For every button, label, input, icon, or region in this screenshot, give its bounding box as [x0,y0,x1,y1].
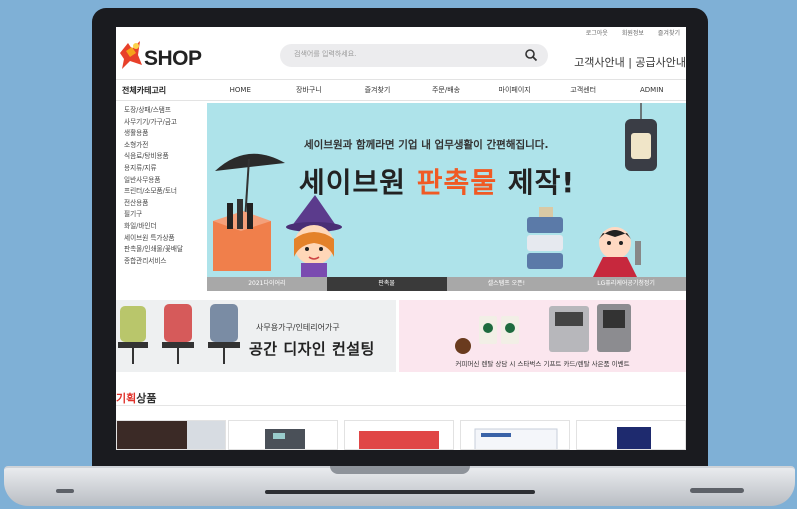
product-image-1 [117,421,225,449]
sidebar-item-printer-toner[interactable]: 프린터/소모품/토너 [124,186,208,198]
service-links[interactable]: 고객사안내 | 공급사안내 [574,54,686,70]
product-thumbnail[interactable] [576,420,686,450]
witch-character-illustration [286,195,342,277]
hero-title-prefix: 세이브원 [299,166,417,199]
laptop-notch [330,466,470,474]
hero-tab-promotional[interactable]: 판촉물 [326,277,447,291]
hero-tab-stamp[interactable]: 셀스탬프 오픈! [447,277,567,291]
office-banner-title: 공간 디자인 컨설팅 [249,340,375,358]
product-thumbnail[interactable] [460,420,570,450]
product-thumbnail[interactable] [116,420,226,450]
hero-tab-air-purifier[interactable]: LG퓨리케어공기청정기 [566,277,686,291]
logo-mark-icon[interactable] [118,39,144,71]
all-categories-button[interactable]: 전체카테고리 [122,85,166,96]
product-thumbnail[interactable] [228,420,338,450]
nav-customer-center[interactable]: 고객센터 [549,80,618,100]
logo-text[interactable]: SHOP [144,47,202,71]
laptop-foot-left [56,489,74,493]
nav-home[interactable]: HOME [206,80,275,100]
sidebar-item-writing[interactable]: 필기구 [124,209,208,221]
hero-title-highlight: 판촉물 [416,166,498,199]
office-banner-subtitle: 사무용가구/인테리어가구 [256,323,340,332]
hero-subtitle: 세이브원과 함께라면 기업 내 업무생활이 간편해집니다. [304,139,549,151]
main-nav: 전체카테고리 HOME 장바구니 즐겨찾기 주문/배송 마이페이지 고객센터 A… [116,79,686,101]
nav-cart[interactable]: 장바구니 [275,80,344,100]
nav-favorites[interactable]: 즐겨찾기 [343,80,412,100]
top-links: 로그아웃 회원정보 즐겨찾기 [586,28,680,37]
laptop-foot-right [690,488,744,493]
search-input[interactable] [294,50,504,58]
hanging-tag-illustration [625,103,657,171]
sidebar-item-paper[interactable]: 용지류/지류 [124,163,208,175]
hero-banner[interactable]: 세이브원과 함께라면 기업 내 업무생활이 간편해집니다. 세이브원 판촉물 제… [207,103,686,291]
logout-link[interactable]: 로그아웃 [586,28,608,37]
coffee-machine-banner[interactable]: 커피머신 렌탈 상담 시 스타벅스 기프트 카드/렌탈 사은품 이벤트 [399,300,686,372]
coffee-products-illustration [455,304,631,354]
search-icon[interactable] [524,48,538,62]
sidebar-item-promotional[interactable]: 판촉물/인쇄물/꽃배달 [124,244,208,256]
section-title-rest: 상품 [136,392,157,405]
section-divider [116,405,686,406]
nav-orders[interactable]: 주문/배송 [412,80,481,100]
hero-tab-bar: 2021다이어리 판촉물 셀스탬프 오픈! LG퓨리케어공기청정기 [207,277,686,291]
nav-menu: HOME 장바구니 즐겨찾기 주문/배송 마이페이지 고객센터 ADMIN [206,80,686,100]
sidebar-item-office-supplies[interactable]: 일반사무용품 [124,175,208,187]
nav-admin[interactable]: ADMIN [617,80,686,100]
product-image-3 [359,431,439,449]
sidebar-item-food-beverage[interactable]: 식음료/탕비용품 [124,151,208,163]
towel-stack-illustration [527,207,563,269]
office-furniture-banner[interactable]: 사무용가구/인테리어가구 공간 디자인 컨설팅 [116,300,396,372]
sidebar-item-stamps[interactable]: 도장/상패/스탬프 [124,105,208,117]
browser-screen: 로그아웃 회원정보 즐겨찾기 SHOP 고객사안내 | 공급사안내 전체카테고리… [116,27,686,450]
member-info-link[interactable]: 회원정보 [622,28,644,37]
section-title: 기획상품 [116,390,157,406]
product-thumbnail[interactable] [344,420,454,450]
laptop-hinge-line [265,490,535,494]
vampire-character-illustration [593,227,641,277]
sidebar-item-special-deals[interactable]: 세이브원 특가상품 [124,233,208,245]
hero-tab-diary[interactable]: 2021다이어리 [207,277,327,291]
coffee-banner-text: 커피머신 렌탈 상담 시 스타벅스 기프트 카드/렌탈 사은품 이벤트 [455,360,630,368]
sidebar-item-services[interactable]: 종합관리서비스 [124,256,208,268]
product-image-5 [617,427,651,449]
sidebar-item-household[interactable]: 생활용품 [124,128,208,140]
hero-title-suffix: 제작! [497,166,576,199]
sidebar-item-computer[interactable]: 전산용품 [124,198,208,210]
bookmark-link[interactable]: 즐겨찾기 [658,28,680,37]
section-title-highlight: 기획 [116,392,137,405]
nav-mypage[interactable]: 마이페이지 [480,80,549,100]
office-chairs-illustration [118,304,240,364]
category-sidebar: 도장/상패/스탬프 사무기기/가구/금고 생활용품 소형가전 식음료/탕비용품 … [124,105,208,267]
sidebar-item-binders[interactable]: 화일/바인더 [124,221,208,233]
product-image-2 [265,429,305,449]
sidebar-item-office-furniture[interactable]: 사무기기/가구/금고 [124,117,208,129]
search-box[interactable] [280,44,548,67]
hero-title: 세이브원 판촉물 제작! [299,161,575,201]
sidebar-item-small-appliances[interactable]: 소형가전 [124,140,208,152]
product-image-4 [474,428,558,449]
